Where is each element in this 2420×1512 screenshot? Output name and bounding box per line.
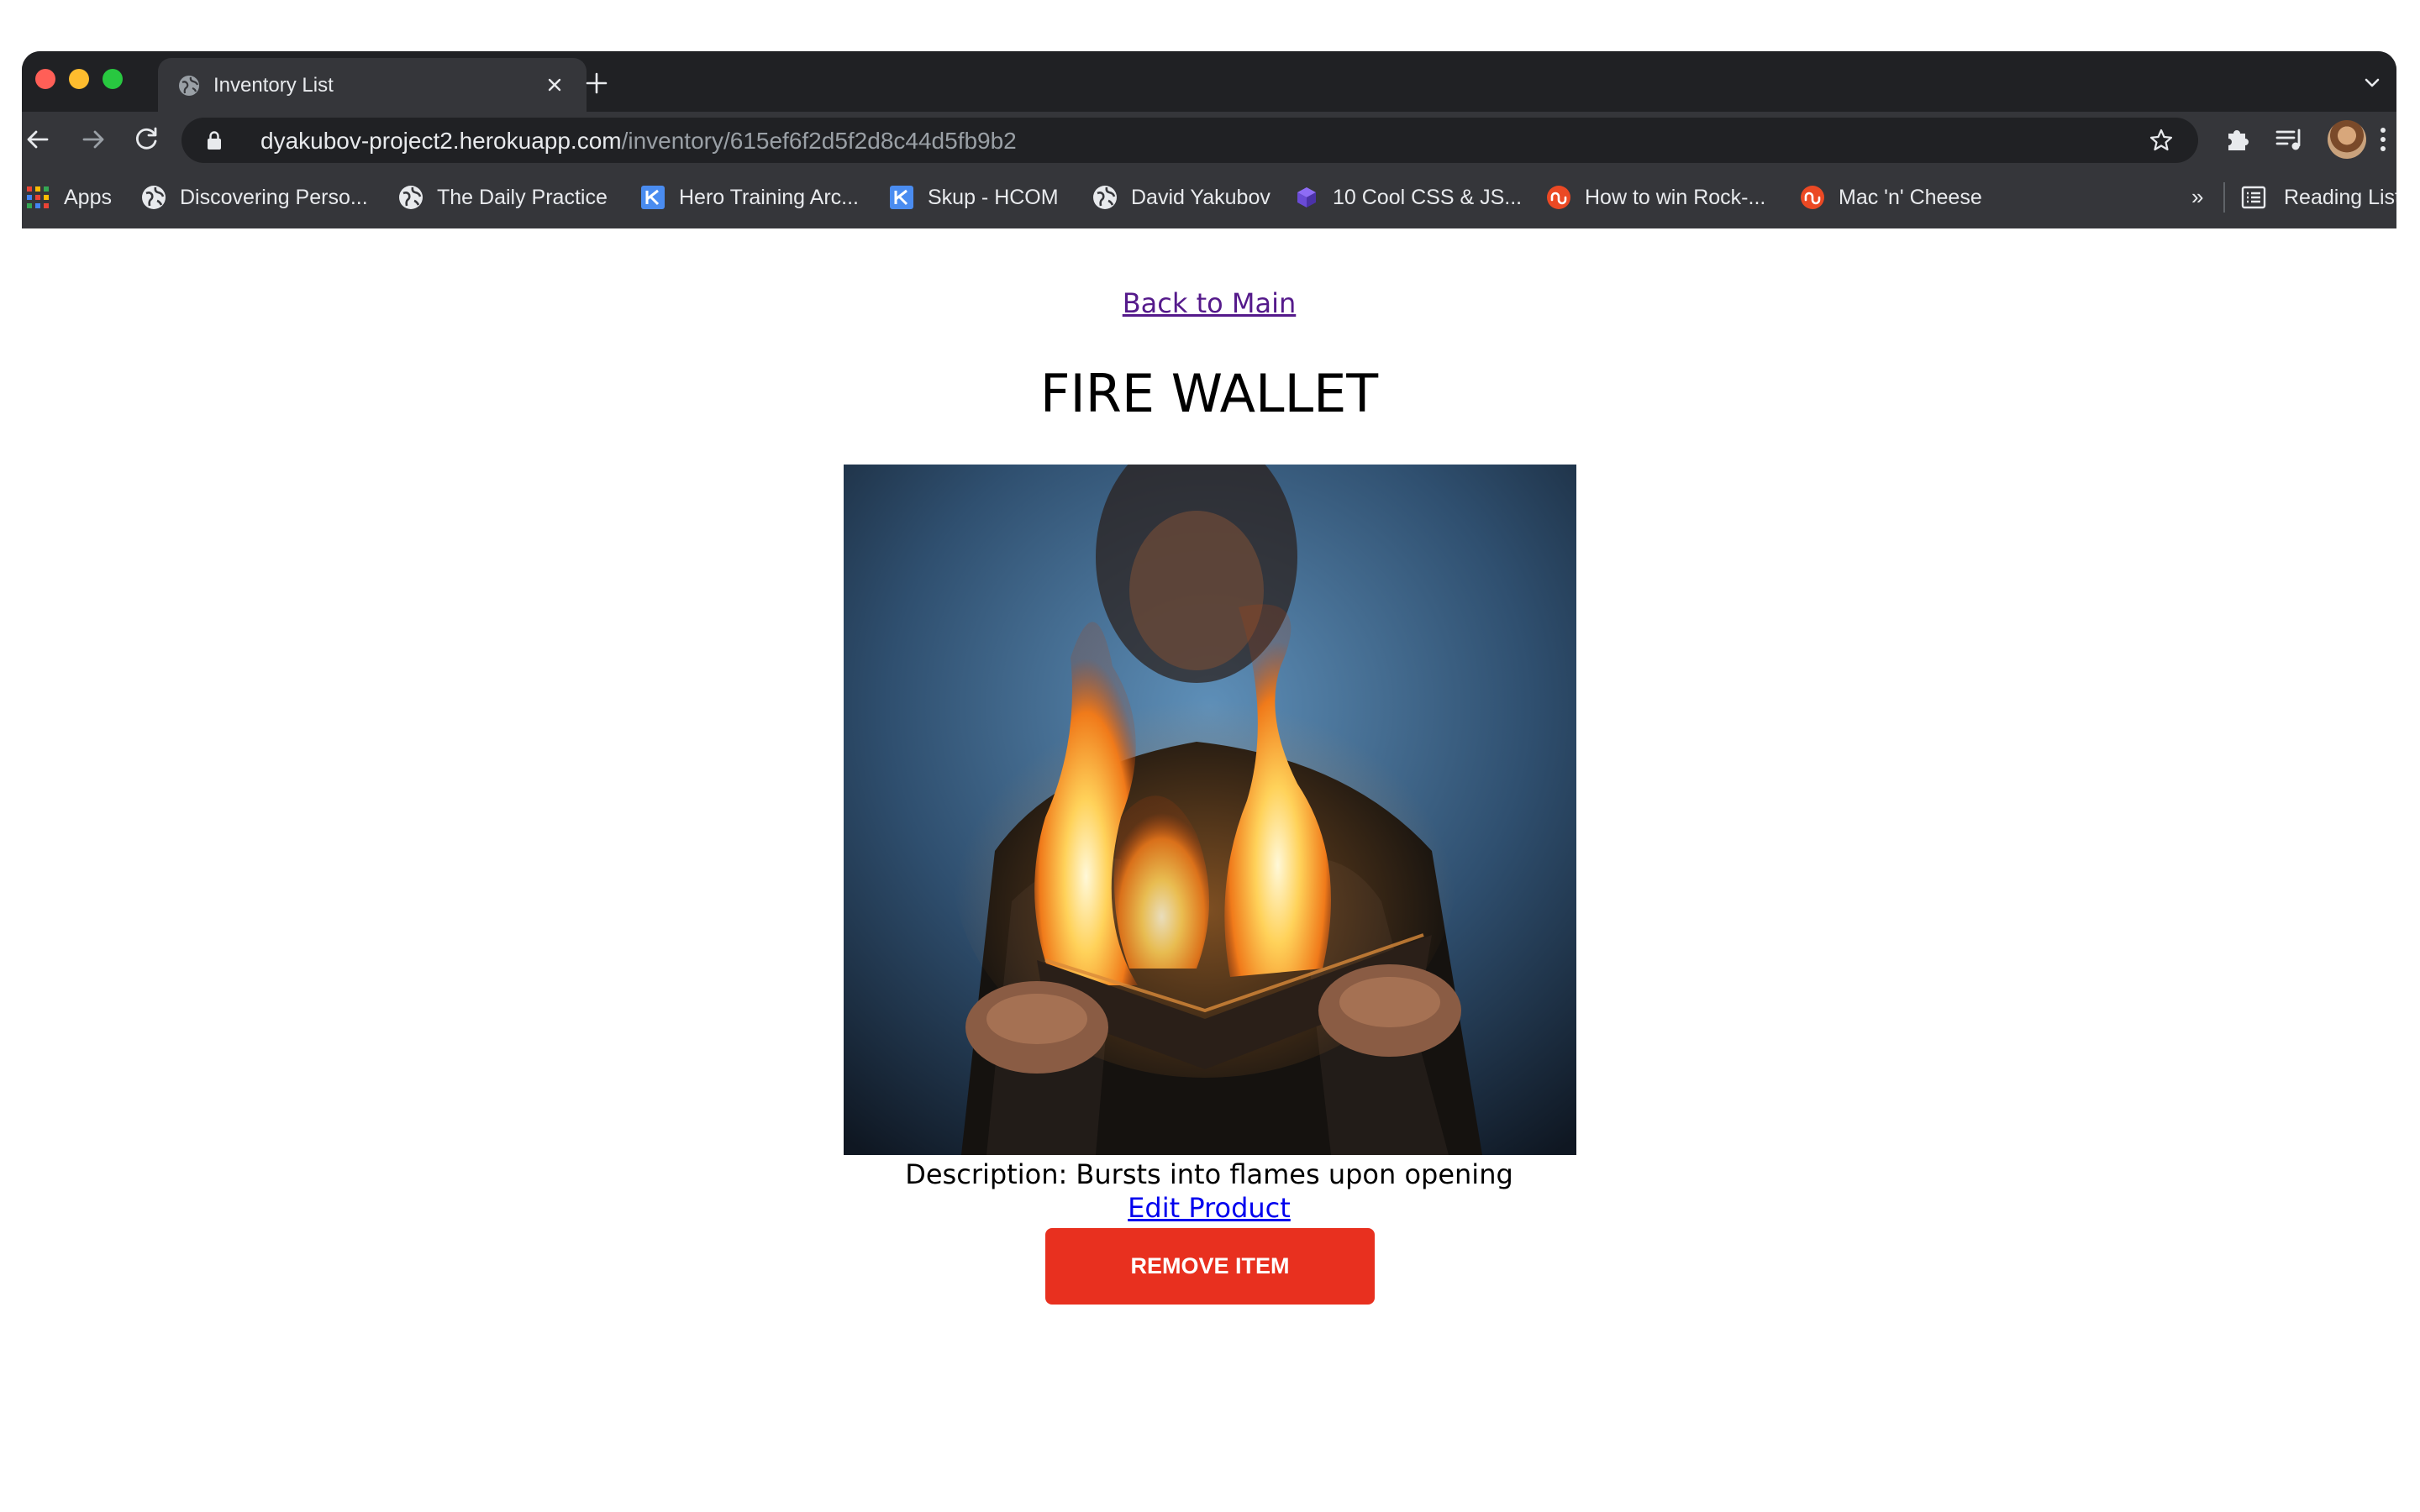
more-vertical-icon[interactable] (2371, 123, 2395, 155)
bookmark-daily-practice[interactable]: The Daily Practice (398, 182, 608, 213)
url-text[interactable]: dyakubov-project2.herokuapp.com/inventor… (260, 128, 1017, 155)
bookmark-david-yakubov[interactable]: David Yakubov (1092, 182, 1270, 213)
bookmark-label: Skup - HCOM (928, 185, 1059, 209)
lock-icon[interactable] (205, 130, 224, 150)
codepen-icon (1297, 187, 1316, 207)
browser-window: Inventory List dyakubov-project2.herokua… (22, 51, 2396, 1512)
bookmark-label: Apps (64, 185, 112, 209)
stumbleupon-icon (1547, 186, 1570, 209)
k-logo-icon (641, 186, 665, 209)
edit-product-link[interactable]: Edit Product (1128, 1192, 1291, 1224)
back-arrow-icon[interactable] (22, 123, 55, 156)
page-content: Back to Main FIRE WALLET Description: Bu… (22, 228, 2396, 1512)
forward-arrow-icon[interactable] (76, 123, 109, 156)
bookmark-label: The Daily Practice (437, 185, 608, 209)
bookmark-cool-css[interactable]: 10 Cool CSS & JS... (1294, 182, 1522, 213)
browser-chrome: Inventory List dyakubov-project2.herokua… (22, 51, 2396, 228)
close-icon[interactable] (541, 71, 568, 98)
apps-grid-icon (27, 186, 49, 208)
burning-wallet-photo (844, 465, 1576, 1155)
extensions-puzzle-icon[interactable] (2222, 123, 2254, 155)
chevron-down-icon[interactable] (2361, 71, 2383, 93)
globe-icon (142, 186, 166, 209)
bookmark-mac-cheese[interactable]: Mac 'n' Cheese (1800, 182, 1982, 213)
bookmark-label: Discovering Perso... (180, 185, 368, 209)
remove-item-button[interactable]: Remove Item (1045, 1228, 1375, 1305)
bookmark-apps[interactable]: Apps (25, 182, 112, 213)
globe-icon (1093, 186, 1117, 209)
url-host: dyakubov-project2.herokuapp.com (260, 128, 622, 154)
bookmark-label: How to win Rock-... (1585, 185, 1766, 209)
close-window-button[interactable] (35, 69, 55, 89)
bookmark-label: Hero Training Arc... (679, 185, 859, 209)
address-bar[interactable]: dyakubov-project2.herokuapp.com/inventor… (182, 118, 2198, 163)
browser-toolbar: dyakubov-project2.herokuapp.com/inventor… (22, 112, 2396, 167)
reading-list-label: Reading List (2284, 185, 2396, 209)
url-path: /inventory/615ef6f2d5f2d8c44d5fb9b2 (621, 128, 1017, 154)
product-title: FIRE WALLET (1039, 363, 1379, 424)
k-logo-icon (890, 186, 913, 209)
product-image (844, 465, 1576, 1155)
tab-title: Inventory List (213, 74, 334, 97)
bookmark-label: Mac 'n' Cheese (1839, 185, 1982, 209)
bookmarks-bar: Apps Discovering Perso... The Daily Prac… (22, 167, 2396, 228)
globe-icon (179, 76, 199, 96)
bookmarks-divider (2223, 182, 2225, 213)
bookmark-hero-training[interactable]: Hero Training Arc... (640, 182, 859, 213)
bookmark-discovering[interactable]: Discovering Perso... (141, 182, 368, 213)
new-tab-icon[interactable] (580, 66, 613, 100)
stumbleupon-icon (1801, 186, 1824, 209)
bookmark-star-icon[interactable] (2148, 127, 2175, 154)
reading-list-icon (2241, 186, 2266, 209)
globe-icon (399, 186, 423, 209)
edit-link-container: Edit Product (22, 1192, 2396, 1224)
media-queue-icon[interactable] (2274, 123, 2306, 155)
product-description: Description: Bursts into flames upon ope… (905, 1158, 1513, 1190)
avatar[interactable] (2328, 120, 2366, 159)
back-link-container: Back to Main (22, 287, 2396, 319)
reload-icon[interactable] (129, 123, 163, 156)
tab-strip: Inventory List (22, 51, 2396, 112)
minimize-window-button[interactable] (69, 69, 89, 89)
back-to-main-link[interactable]: Back to Main (1123, 287, 1297, 319)
tab-inventory-list[interactable]: Inventory List (158, 58, 587, 112)
bookmark-rock-paper[interactable]: How to win Rock-... (1546, 182, 1765, 213)
bookmark-skup[interactable]: Skup - HCOM (889, 182, 1059, 213)
reading-list-button[interactable]: Reading List (2240, 182, 2396, 213)
bookmark-label: David Yakubov (1131, 185, 1270, 209)
bookmarks-overflow-button[interactable]: » (2191, 184, 2203, 210)
bookmark-label: 10 Cool CSS & JS... (1333, 185, 1523, 209)
maximize-window-button[interactable] (103, 69, 123, 89)
